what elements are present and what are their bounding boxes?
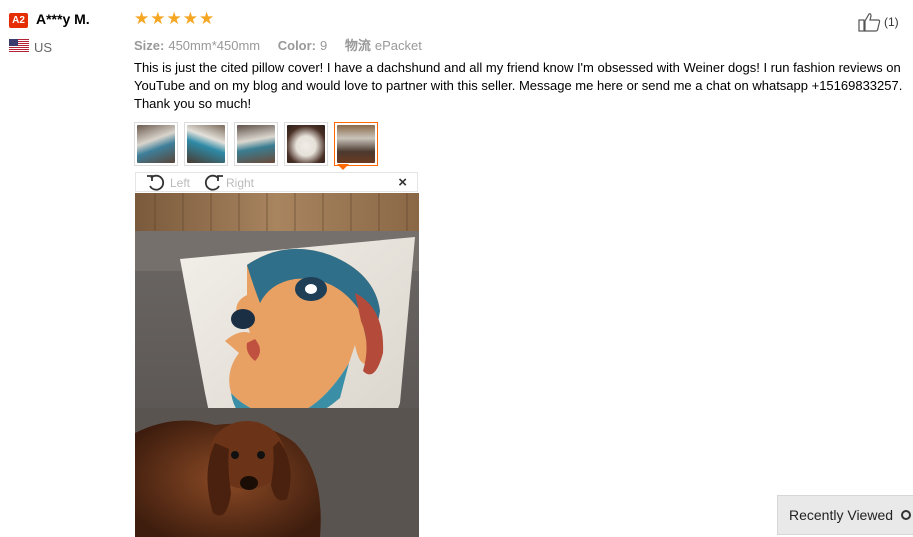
star-icon: ★ xyxy=(166,9,182,28)
review-thumbnail[interactable] xyxy=(184,122,228,166)
recently-viewed-icon xyxy=(901,510,912,520)
review-thumbnail-active[interactable] xyxy=(334,122,378,166)
review-photo-large xyxy=(135,193,419,537)
rotate-right-label: Right xyxy=(226,176,255,190)
rotate-right-icon xyxy=(204,174,223,191)
recently-viewed-tab[interactable]: Recently Viewed xyxy=(777,495,913,535)
size-value: 450mm*450mm xyxy=(168,38,261,53)
star-icon: ★ xyxy=(150,9,166,28)
active-thumbnail-indicator xyxy=(337,164,349,170)
us-flag-icon xyxy=(9,39,29,52)
review-photo xyxy=(135,193,419,537)
review-text: This is just the cited pillow cover! I h… xyxy=(134,60,903,111)
thumbs-up-icon xyxy=(858,13,881,32)
recently-viewed-label: Recently Viewed xyxy=(789,507,894,523)
close-viewer-button[interactable]: × xyxy=(398,174,407,191)
color-value: 9 xyxy=(320,38,328,53)
reviewer-name: A***y M. xyxy=(36,11,90,27)
rotate-left-label: Left xyxy=(170,176,191,190)
star-rating: ★ ★ ★ ★ ★ xyxy=(134,10,214,28)
review-thumbnail[interactable] xyxy=(234,122,278,166)
star-icon: ★ xyxy=(134,9,150,28)
review-thumbnail[interactable] xyxy=(134,122,178,166)
star-icon: ★ xyxy=(199,9,215,28)
review-thumbnail[interactable] xyxy=(284,122,328,166)
order-attributes: Size: 450mm*450mm Color: 9 物流 ePacket xyxy=(134,35,436,54)
star-icon: ★ xyxy=(182,9,198,28)
reviewer-badge: A2 xyxy=(9,13,28,28)
color-label: Color: xyxy=(277,38,317,53)
helpful-count: (1) xyxy=(884,15,899,29)
rotate-left-icon xyxy=(147,174,165,191)
image-viewer-toolbar: Left Right × xyxy=(135,172,418,192)
shipping-value: ePacket xyxy=(374,38,422,53)
shipping-label: 物流 xyxy=(344,38,371,53)
rotate-left-button[interactable]: Left xyxy=(146,174,190,192)
review-thumbnails xyxy=(134,122,378,166)
helpful-button[interactable]: (1) xyxy=(858,12,899,32)
size-label: Size: xyxy=(134,38,165,53)
reviewer-country: US xyxy=(34,40,53,55)
rotate-right-button[interactable]: Right xyxy=(202,174,254,192)
